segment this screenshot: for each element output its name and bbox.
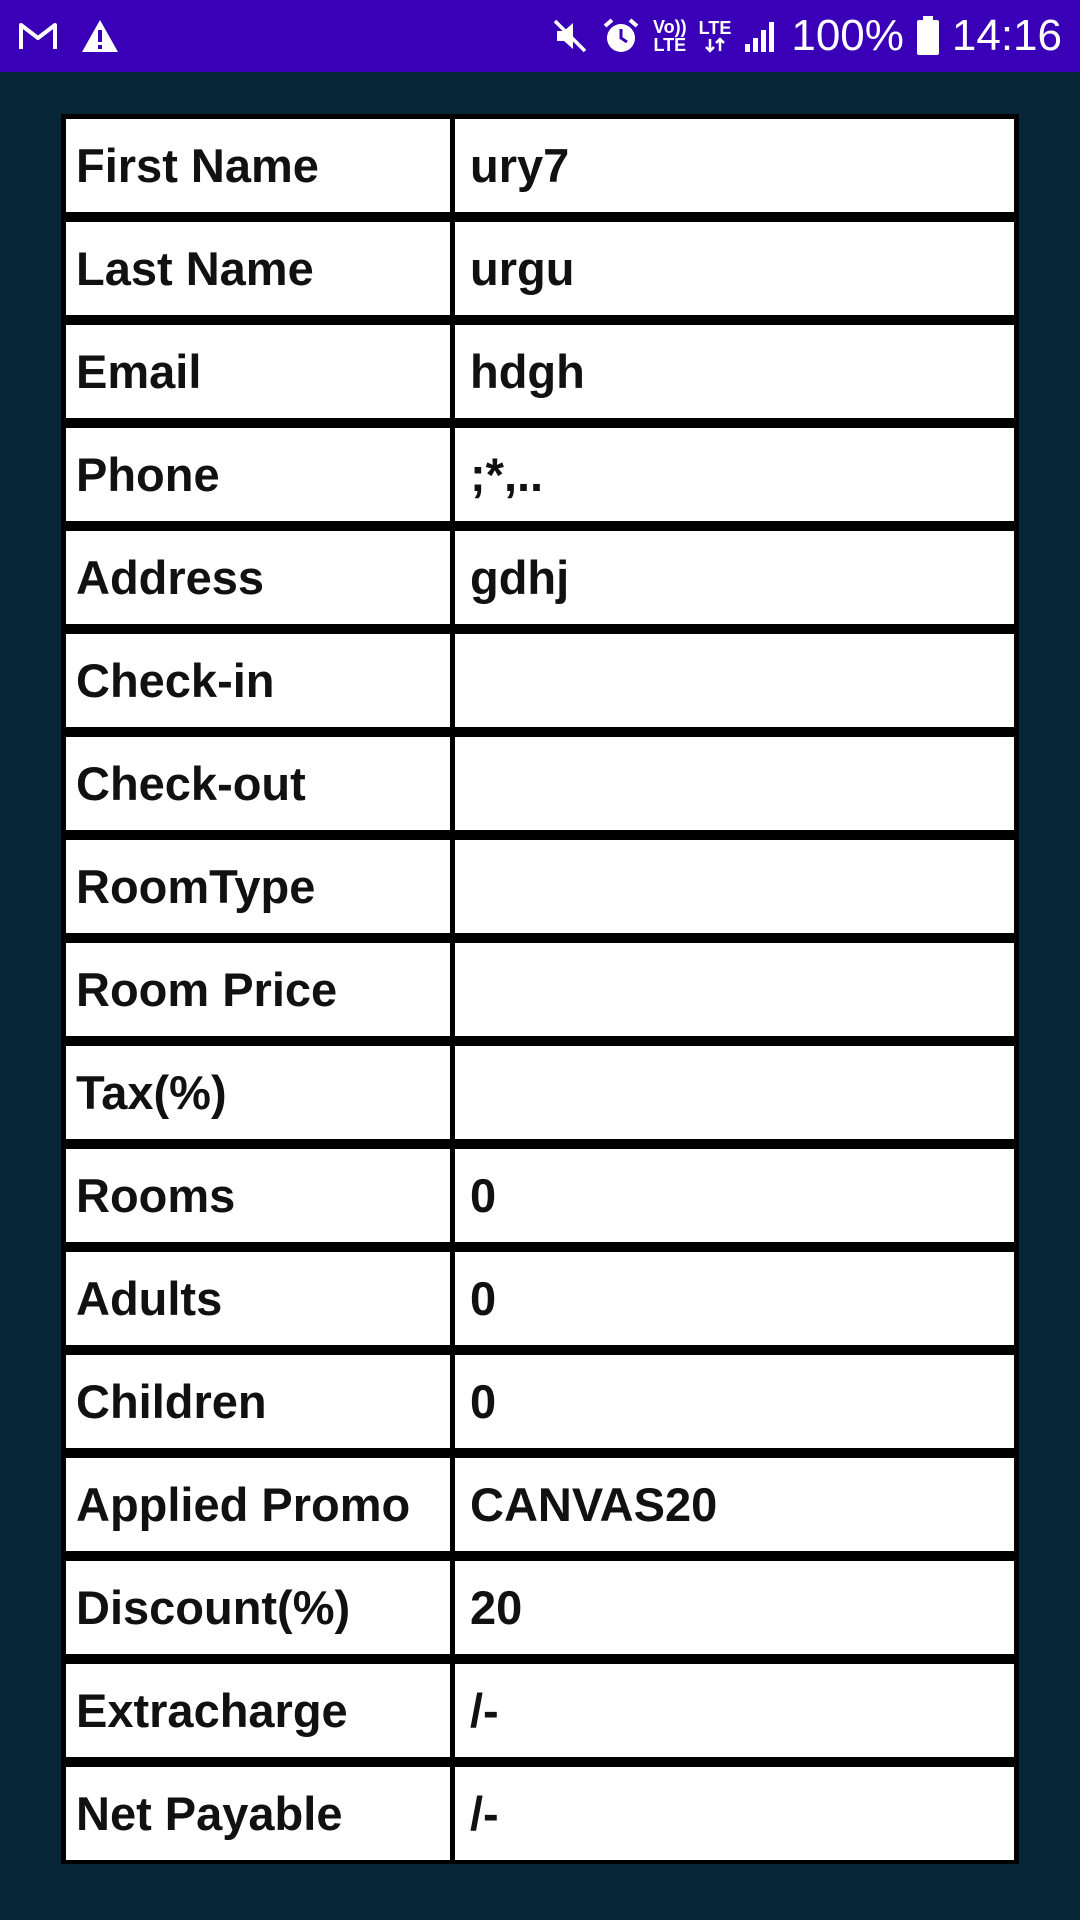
row-value: 0 <box>455 1252 1014 1345</box>
table-row: Phone ;*,.. <box>66 428 1014 521</box>
table-row: First Name ury7 <box>66 119 1014 212</box>
row-label: Rooms <box>66 1149 450 1242</box>
row-label: Adults <box>66 1252 450 1345</box>
row-value: 20 <box>455 1561 1014 1654</box>
table-row: Check-out <box>66 737 1014 830</box>
alarm-icon <box>601 16 641 56</box>
table-row: Tax(%) <box>66 1046 1014 1139</box>
row-label: Check-in <box>66 634 450 727</box>
row-value <box>455 634 1014 727</box>
clock: 14:16 <box>951 11 1062 60</box>
table-row: Room Price <box>66 943 1014 1036</box>
warning-icon <box>80 18 120 54</box>
row-value: CANVAS20 <box>455 1458 1014 1551</box>
lte-data-icon: LTE <box>698 18 732 53</box>
row-value: ury7 <box>455 119 1014 212</box>
row-value <box>455 943 1014 1036</box>
row-value: 0 <box>455 1355 1014 1448</box>
battery-icon <box>916 16 940 56</box>
row-value: /- <box>455 1767 1014 1860</box>
row-value: gdhj <box>455 531 1014 624</box>
row-label: Extracharge <box>66 1664 450 1757</box>
gmail-icon <box>18 20 58 52</box>
signal-icon <box>743 18 779 54</box>
booking-summary-table: First Name ury7 Last Name urgu Email hdgh Phon… <box>61 114 1019 1864</box>
row-label: Check-out <box>66 737 450 830</box>
row-label: Discount(%) <box>66 1561 450 1654</box>
row-label: Children <box>66 1355 450 1448</box>
table-row: Discount(%) 20 <box>66 1561 1014 1654</box>
row-value: /- <box>455 1664 1014 1757</box>
table-row: Net Payable/- <box>66 1767 1014 1860</box>
mute-icon <box>551 17 589 55</box>
table-row: Email hdgh <box>66 325 1014 418</box>
table-row: Extracharge/- <box>66 1664 1014 1757</box>
lte-label: LTE <box>698 18 732 38</box>
table-row: Rooms 0 <box>66 1149 1014 1242</box>
row-label: Email <box>66 325 450 418</box>
battery-percent: 100% <box>791 11 904 60</box>
status-bar: Vo)) LTE LTE 100% 14:16 <box>0 0 1080 72</box>
row-value: 0 <box>455 1149 1014 1242</box>
row-label: Tax(%) <box>66 1046 450 1139</box>
system-icons: Vo)) LTE LTE 100% 14:16 <box>551 14 1062 58</box>
row-label: RoomType <box>66 840 450 933</box>
row-label: Phone <box>66 428 450 521</box>
table-row: Address gdhj <box>66 531 1014 624</box>
row-label: Room Price <box>66 943 450 1036</box>
row-value: ;*,.. <box>455 428 1014 521</box>
row-label: Last Name <box>66 222 450 315</box>
row-label: First Name <box>66 119 450 212</box>
volte-indicator: Vo)) LTE <box>653 17 687 55</box>
table-row: Applied Promo CANVAS20 <box>66 1458 1014 1551</box>
row-label: Address <box>66 531 450 624</box>
row-value: urgu <box>455 222 1014 315</box>
table-row: Children 0 <box>66 1355 1014 1448</box>
row-label: Net Payable <box>66 1767 450 1860</box>
row-value <box>455 737 1014 830</box>
row-label: Applied Promo <box>66 1458 450 1551</box>
row-value: hdgh <box>455 325 1014 418</box>
table-row: RoomType <box>66 840 1014 933</box>
notification-icons <box>18 18 120 54</box>
row-value <box>455 1046 1014 1139</box>
row-value <box>455 840 1014 933</box>
table-row: Adults 0 <box>66 1252 1014 1345</box>
table-row: Check-in <box>66 634 1014 727</box>
table-row: Last Name urgu <box>66 222 1014 315</box>
